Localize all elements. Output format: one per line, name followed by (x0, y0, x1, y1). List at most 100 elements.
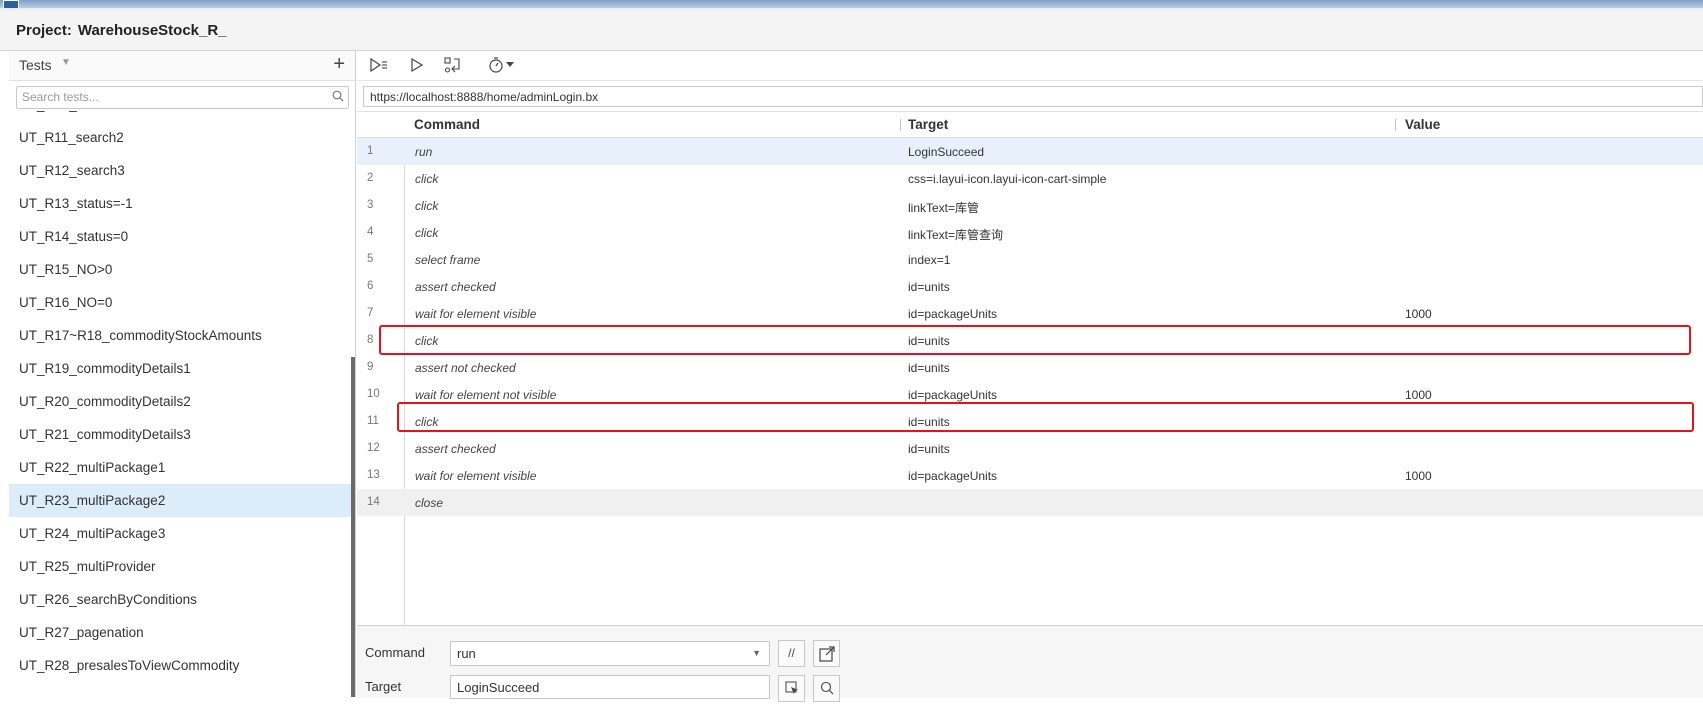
column-resize-handle[interactable] (900, 119, 901, 131)
row-command: wait for element visible (415, 307, 537, 321)
row-target: LoginSucceed (908, 145, 985, 159)
search-tests-input[interactable] (17, 87, 322, 106)
row-value: 1000 (1405, 469, 1432, 483)
row-number: 6 (367, 280, 374, 292)
test-item[interactable]: UT_R13_status=-1 (9, 187, 353, 220)
run-all-icon[interactable] (369, 54, 389, 76)
column-header-value[interactable]: Value (1405, 117, 1440, 132)
search-icon (820, 681, 833, 695)
row-command: assert not checked (415, 361, 516, 375)
highlight-box-row-10 (397, 402, 1694, 432)
cursor-select-icon (785, 681, 798, 694)
row-command: close (415, 496, 444, 510)
test-item[interactable]: UT_R22_multiPackage1 (9, 451, 353, 484)
project-label: Project: (16, 22, 72, 39)
test-item[interactable]: UT_R25_multiProvider (9, 550, 353, 583)
grid-header: Command Target Value (357, 112, 1703, 138)
speed-icon[interactable] (487, 54, 517, 76)
base-url-field[interactable]: https://localhost:8888/home/adminLogin.b… (363, 86, 1703, 107)
row-target: id=units (908, 361, 950, 375)
row-command: assert checked (415, 280, 496, 294)
row-number: 10 (367, 388, 380, 400)
row-number: 4 (367, 226, 374, 238)
chevron-down-icon[interactable]: ▼ (752, 642, 761, 665)
row-target: id=units (908, 280, 950, 294)
row-target: id=units (908, 442, 950, 456)
command-row[interactable]: 5 select frame index=1 (357, 246, 1703, 273)
tests-dropdown[interactable]: Tests (19, 57, 52, 73)
sidebar-scrollbar[interactable] (351, 357, 355, 697)
row-number: 2 (367, 172, 374, 184)
row-number: 12 (367, 442, 380, 454)
row-value: 1000 (1405, 388, 1432, 402)
add-test-button[interactable]: + (333, 53, 345, 76)
run-icon[interactable] (409, 54, 425, 76)
row-command: run (415, 145, 433, 159)
window-titlebar (0, 0, 1703, 10)
test-item[interactable]: UT_R28_presalesToViewCommodity (9, 649, 353, 682)
open-reference-button[interactable] (813, 640, 840, 667)
test-item[interactable]: UT_R23_multiPackage2 (9, 484, 353, 517)
command-row[interactable]: 9 assert not checked id=units (357, 354, 1703, 381)
row-number: 5 (367, 253, 374, 265)
command-row[interactable]: 3 click linkText=库管 (357, 192, 1703, 219)
row-target: id=packageUnits (908, 307, 998, 321)
command-label: Command (365, 645, 425, 660)
command-input[interactable]: run ▼ (450, 641, 770, 666)
target-label: Target (365, 679, 402, 694)
row-command: select frame (415, 253, 481, 267)
project-name[interactable]: WarehouseStock_R_ (78, 22, 227, 39)
test-item[interactable]: UT_R15_NO>0 (9, 253, 353, 286)
test-item[interactable]: UT_R12_search3 (9, 154, 353, 187)
command-editor: Command run ▼ // Target LoginSucceed (357, 625, 1703, 702)
project-title: Project: WarehouseStock_R_ (16, 22, 227, 39)
command-row[interactable]: 13 wait for element visible id=packageUnit… (357, 462, 1703, 489)
test-item[interactable]: UT_R19_commodityDetails1 (9, 352, 353, 385)
test-list: UT_R10_search1UT_R11_search2UT_R12_searc… (9, 111, 353, 697)
select-target-button[interactable] (778, 675, 805, 702)
row-target: id=packageUnits (908, 469, 998, 483)
test-item[interactable]: UT_R17~R18_commodityStockAmounts (9, 319, 353, 352)
command-row[interactable]: 2 click css=i.layui-icon.layui-icon-cart-s… (357, 165, 1703, 192)
find-target-button[interactable] (813, 675, 840, 702)
command-row[interactable]: 14 close (357, 489, 1703, 516)
test-item[interactable]: UT_R26_searchByConditions (9, 583, 353, 616)
row-target: id=packageUnits (908, 388, 998, 402)
row-value: 1000 (1405, 307, 1432, 321)
test-item[interactable]: UT_R11_search2 (9, 121, 353, 154)
test-item[interactable]: UT_R24_multiPackage3 (9, 517, 353, 550)
test-item[interactable]: UT_R14_status=0 (9, 220, 353, 253)
row-command: wait for element not visible (415, 388, 557, 402)
row-target: css=i.layui-icon.layui-icon-cart-simple (908, 172, 1107, 186)
step-icon[interactable] (443, 54, 461, 76)
chevron-down-icon[interactable]: ▼ (61, 57, 71, 68)
column-header-command[interactable]: Command (414, 117, 480, 132)
highlight-box-row-7 (379, 325, 1691, 355)
command-row[interactable]: 4 click linkText=库管查询 (357, 219, 1703, 246)
row-command: click (415, 199, 439, 213)
row-number: 9 (367, 361, 374, 373)
row-number: 7 (367, 307, 374, 319)
external-link-icon (818, 646, 835, 662)
row-command: assert checked (415, 442, 496, 456)
row-command: wait for element visible (415, 469, 537, 483)
test-item[interactable]: UT_R21_commodityDetails3 (9, 418, 353, 451)
test-item[interactable]: UT_R27_pagenation (9, 616, 353, 649)
row-number: 3 (367, 199, 374, 211)
test-item[interactable]: UT_R20_commodityDetails2 (9, 385, 353, 418)
command-row[interactable]: 1 run LoginSucceed (357, 138, 1703, 165)
target-input[interactable]: LoginSucceed (450, 675, 770, 699)
row-target: linkText=库管查询 (908, 228, 1004, 242)
column-header-target[interactable]: Target (908, 117, 948, 132)
column-resize-handle[interactable] (1395, 119, 1396, 131)
project-header: Project: WarehouseStock_R_ (0, 10, 1703, 51)
test-item[interactable]: UT_R16_NO=0 (9, 286, 353, 319)
search-icon[interactable] (332, 90, 344, 102)
row-number: 14 (367, 496, 380, 508)
command-row[interactable]: 7 wait for element visible id=packageUnits… (357, 300, 1703, 327)
command-row[interactable]: 6 assert checked id=units (357, 273, 1703, 300)
row-target: index=1 (908, 253, 951, 267)
command-row[interactable]: 12 assert checked id=units (357, 435, 1703, 462)
test-item[interactable]: UT_R10_search1 (9, 111, 353, 121)
comment-toggle-button[interactable]: // (778, 640, 805, 667)
